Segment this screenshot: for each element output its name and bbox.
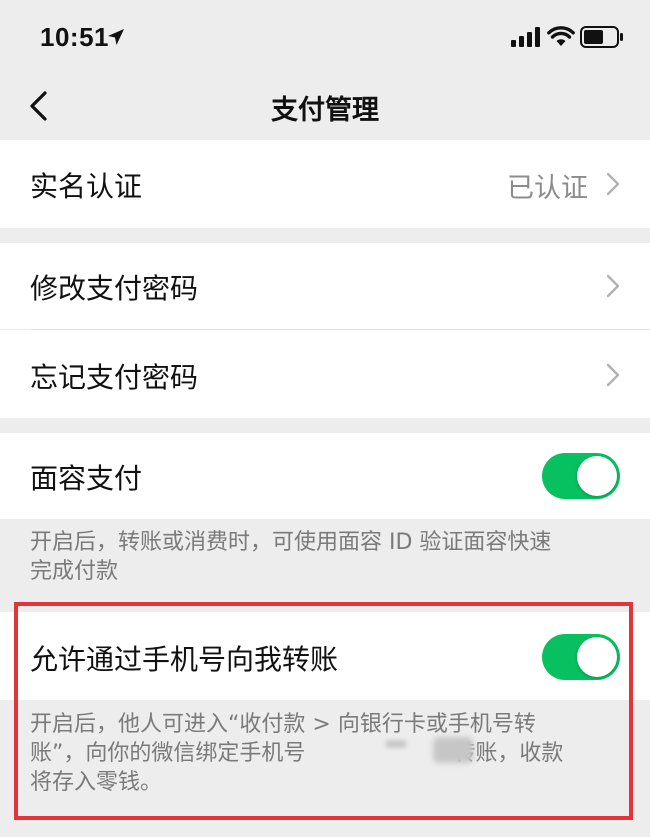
redaction-blur [386,740,406,748]
change-password-label: 修改支付密码 [30,272,199,305]
face-pay-desc-line2: 完成付款 [30,559,119,584]
redaction-blur [433,737,473,763]
status-bar: 10:51 [0,0,650,72]
phone-transfer-desc-line2a: 账”，向你的微信绑定手机号 [30,741,306,766]
phone-transfer-desc-line1: 开启后，他人可进入“收付款 > 向银行卡或手机号转 [30,712,536,737]
toggle-knob [577,637,617,677]
page-title: 支付管理 [271,95,379,126]
toggle-knob [577,456,617,496]
chevron-right-icon [606,363,620,391]
phone-transfer-label: 允许通过手机号向我转账 [30,643,339,676]
change-password-row[interactable]: 修改支付密码 [0,243,650,329]
phone-transfer-toggle[interactable] [542,634,620,680]
realname-status: 已认证 [507,173,588,204]
forgot-password-row[interactable]: 忘记支付密码 [0,330,650,418]
nav-bar: 支付管理 [0,72,650,140]
status-time: 10:51 [40,22,109,52]
phone-transfer-desc-line2: 账”，向你的微信绑定手机号 转账，收款 [30,739,620,768]
forgot-password-label: 忘记支付密码 [30,361,199,394]
face-pay-row: 面容支付 [0,433,650,519]
realname-row[interactable]: 实名认证 已认证 [0,140,650,228]
face-pay-desc-line1: 开启后，转账或消费时，可使用面容 ID 验证面容快速 [30,530,552,555]
chevron-right-icon [606,274,620,302]
phone-transfer-desc-line3: 将存入零钱。 [30,770,163,795]
battery-icon [580,26,624,52]
wifi-icon [547,25,575,51]
chevron-right-icon [606,172,620,200]
face-pay-label: 面容支付 [30,462,143,495]
phone-transfer-description: 开启后，他人可进入“收付款 > 向银行卡或手机号转 账”，向你的微信绑定手机号转… [30,710,620,797]
face-pay-toggle[interactable] [542,453,620,499]
phone-transfer-row: 允许通过手机号向我转账 [0,612,650,700]
location-arrow-icon [107,28,125,50]
cellular-signal-icon [511,27,541,51]
realname-label: 实名认证 [30,170,143,203]
face-pay-description: 开启后，转账或消费时，可使用面容 ID 验证面容快速 完成付款 [30,528,620,586]
